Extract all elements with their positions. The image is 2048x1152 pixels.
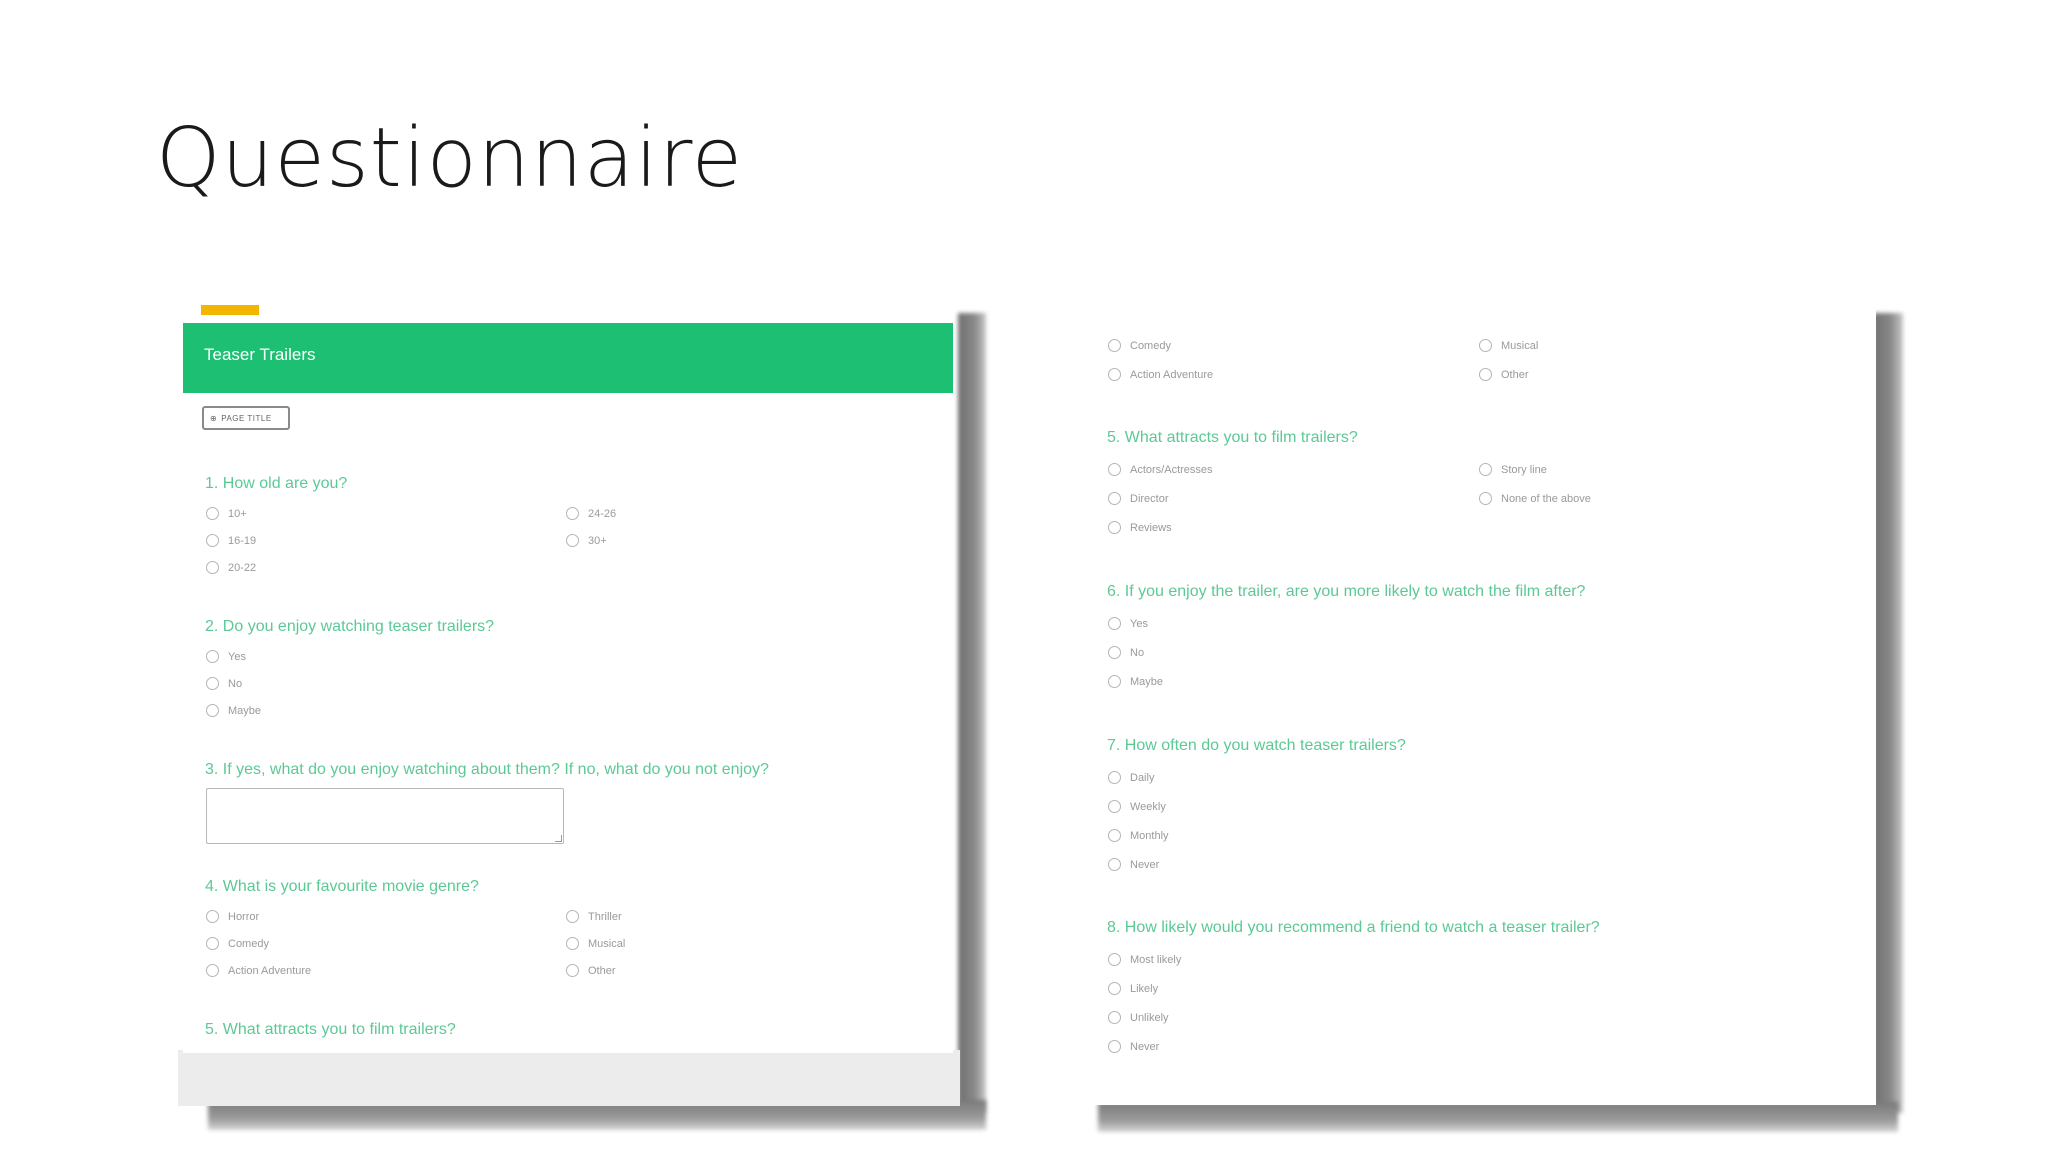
question-5: 5. What attracts you to film trailers? [205,1021,456,1038]
left-screenshot-shadow-right [958,313,986,1113]
question-8: 8. How likely would you recommend a frie… [1107,919,1600,936]
radio-button[interactable] [206,704,219,717]
radio-button[interactable] [206,677,219,690]
radio-button[interactable] [206,910,219,923]
radio-button[interactable] [566,507,579,520]
question-1: 1. How old are you? [205,475,348,492]
answer-textarea[interactable] [206,788,564,844]
radio-button[interactable] [1479,492,1492,505]
radio-button[interactable] [566,910,579,923]
radio-button[interactable] [206,937,219,950]
plus-icon: ⊕ [210,413,218,423]
option-thriller[interactable]: Thriller [566,910,622,923]
right-screenshot-shadow-right [1873,313,1903,1113]
radio-button[interactable] [1108,368,1121,381]
radio-button[interactable] [1108,982,1121,995]
option-director[interactable]: Director [1108,492,1169,505]
left-form-panel: Teaser Trailers ⊕ PAGE TITLE 1. How old … [183,305,953,1053]
radio-button[interactable] [206,650,219,663]
radio-button[interactable] [1108,617,1121,630]
option-yes[interactable]: Yes [206,650,246,663]
question-2: 2. Do you enjoy watching teaser trailers… [205,618,495,635]
option-weekly[interactable]: Weekly [1108,800,1166,813]
header-tab [201,305,259,315]
option-16-19[interactable]: 16-19 [206,534,256,547]
radio-button[interactable] [1479,339,1492,352]
radio-button[interactable] [1108,858,1121,871]
radio-button[interactable] [1108,1040,1121,1053]
radio-button[interactable] [1108,953,1121,966]
option-no[interactable]: No [1108,646,1144,659]
right-screenshot-shadow-bottom [1098,1102,1898,1132]
radio-button[interactable] [1108,771,1121,784]
radio-button[interactable] [1108,800,1121,813]
survey-title: Teaser Trailers [204,345,316,364]
page-title-button[interactable]: ⊕ PAGE TITLE [202,406,290,430]
radio-button[interactable] [1108,463,1121,476]
radio-button[interactable] [1108,492,1121,505]
radio-button[interactable] [206,561,219,574]
right-form-panel: Comedy Action Adventure Musical Other 5.… [1083,305,1876,1105]
option-never[interactable]: Never [1108,1040,1159,1053]
option-reviews[interactable]: Reviews [1108,521,1172,534]
option-maybe[interactable]: Maybe [1108,675,1163,688]
radio-button[interactable] [566,937,579,950]
option-monthly[interactable]: Monthly [1108,829,1169,842]
option-action-adventure[interactable]: Action Adventure [206,964,311,977]
radio-button[interactable] [206,507,219,520]
option-most-likely[interactable]: Most likely [1108,953,1181,966]
option-30plus[interactable]: 30+ [566,534,607,547]
option-musical[interactable]: Musical [566,937,625,950]
radio-button[interactable] [566,964,579,977]
question-5: 5. What attracts you to film trailers? [1107,429,1358,446]
option-no[interactable]: No [206,677,242,690]
left-screenshot: Teaser Trailers ⊕ PAGE TITLE 1. How old … [178,305,1010,1145]
left-screenshot-footer [178,1050,960,1106]
radio-button[interactable] [206,534,219,547]
option-musical[interactable]: Musical [1479,339,1538,352]
radio-button[interactable] [1108,675,1121,688]
question-3: 3. If yes, what do you enjoy watching ab… [205,761,769,778]
option-10plus[interactable]: 10+ [206,507,247,520]
option-unlikely[interactable]: Unlikely [1108,1011,1169,1024]
option-never[interactable]: Never [1108,858,1159,871]
option-actors-actresses[interactable]: Actors/Actresses [1108,463,1213,476]
option-24-26[interactable]: 24-26 [566,507,616,520]
option-comedy[interactable]: Comedy [206,937,269,950]
resize-handle-icon[interactable] [555,835,562,842]
option-horror[interactable]: Horror [206,910,259,923]
question-6: 6. If you enjoy the trailer, are you mor… [1107,583,1586,600]
slide-title: Questionnaire [156,111,744,206]
radio-button[interactable] [1479,463,1492,476]
option-20-22[interactable]: 20-22 [206,561,256,574]
right-screenshot: Comedy Action Adventure Musical Other 5.… [1083,305,1933,1145]
radio-button[interactable] [566,534,579,547]
question-7: 7. How often do you watch teaser trailer… [1107,737,1406,754]
radio-button[interactable] [1108,521,1121,534]
option-yes[interactable]: Yes [1108,617,1148,630]
radio-button[interactable] [1108,646,1121,659]
option-action-adventure[interactable]: Action Adventure [1108,368,1213,381]
radio-button[interactable] [1108,339,1121,352]
option-none-of-the-above[interactable]: None of the above [1479,492,1591,505]
survey-header: Teaser Trailers [183,323,953,393]
option-likely[interactable]: Likely [1108,982,1158,995]
radio-button[interactable] [1108,1011,1121,1024]
option-story-line[interactable]: Story line [1479,463,1547,476]
question-4: 4. What is your favourite movie genre? [205,878,479,895]
option-comedy[interactable]: Comedy [1108,339,1171,352]
radio-button[interactable] [1108,829,1121,842]
option-other[interactable]: Other [1479,368,1529,381]
option-daily[interactable]: Daily [1108,771,1154,784]
radio-button[interactable] [206,964,219,977]
option-other[interactable]: Other [566,964,616,977]
option-maybe[interactable]: Maybe [206,704,261,717]
radio-button[interactable] [1479,368,1492,381]
